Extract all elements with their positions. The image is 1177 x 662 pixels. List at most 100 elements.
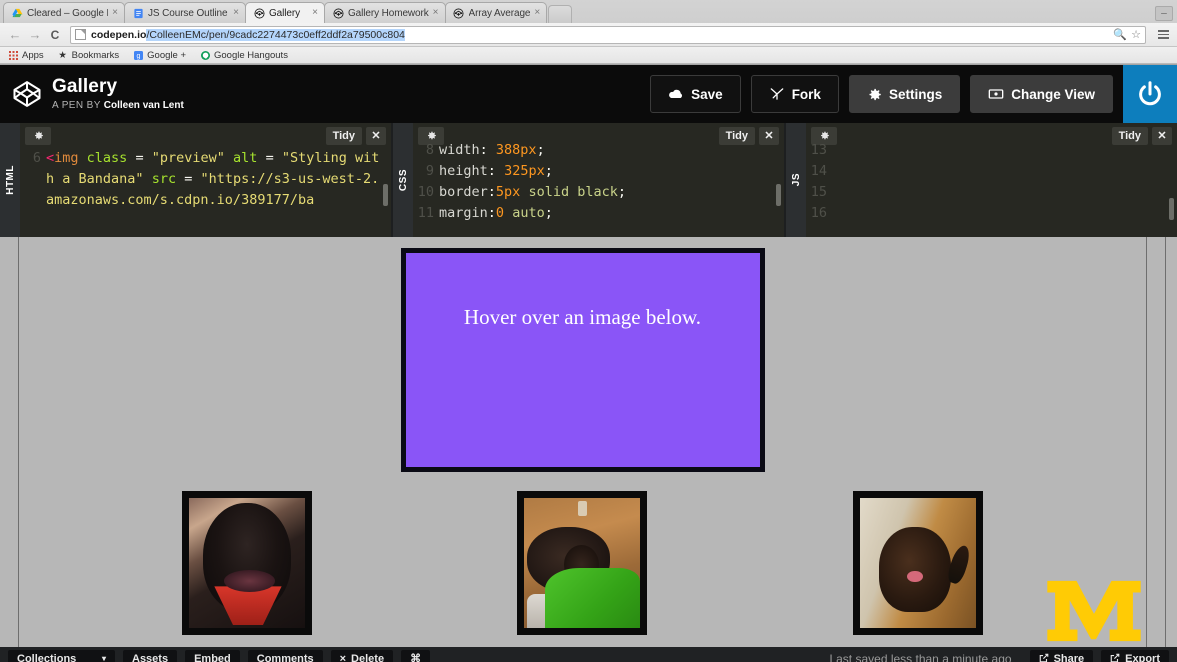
google-docs-icon bbox=[132, 7, 144, 19]
new-tab-button[interactable] bbox=[548, 5, 573, 23]
gear-icon bbox=[867, 87, 882, 102]
html-editor-actions: Tidy ✕ bbox=[325, 126, 386, 145]
editor-lang-tab-js[interactable]: JS bbox=[786, 123, 806, 237]
codepen-icon bbox=[453, 7, 465, 19]
keyboard-shortcuts-button[interactable]: ⌘ bbox=[401, 650, 431, 662]
share-label: Share bbox=[1053, 653, 1085, 662]
fork-button[interactable]: Fork bbox=[750, 75, 839, 113]
browser-tab-1[interactable]: JS Course Outline – Goog × bbox=[124, 2, 246, 23]
background-detail bbox=[577, 500, 588, 517]
comments-button[interactable]: Comments bbox=[247, 650, 323, 662]
settings-button[interactable]: Settings bbox=[848, 75, 961, 113]
browser-tab-label: Gallery Homework bbox=[348, 7, 429, 19]
hangouts-icon bbox=[200, 50, 210, 60]
embed-button[interactable]: Embed bbox=[185, 650, 240, 662]
close-icon[interactable]: ✕ bbox=[366, 126, 386, 145]
page-info-icon[interactable] bbox=[75, 29, 86, 40]
close-icon[interactable]: × bbox=[233, 8, 239, 18]
green-shirt-shape bbox=[545, 568, 641, 628]
window-controls: ─ bbox=[1155, 6, 1177, 23]
gear-icon[interactable] bbox=[25, 126, 51, 145]
url-path: /ColleenEMc/pen/9cadc2274473c0eff2ddf2a7… bbox=[146, 28, 405, 41]
css-editor-scrollbar[interactable] bbox=[776, 184, 781, 206]
close-icon[interactable]: × bbox=[433, 8, 439, 18]
bookmark-label: Bookmarks bbox=[71, 49, 120, 61]
change-view-label: Change View bbox=[1011, 86, 1095, 102]
browser-tab-label: Array Average bbox=[468, 7, 531, 19]
preview-hero-box: Hover over an image below. bbox=[400, 248, 765, 472]
google-plus-icon: g bbox=[133, 50, 143, 60]
browser-chrome: Cleared – Google Drive × JS Course Outli… bbox=[0, 0, 1177, 65]
html-code-area[interactable]: 6 <img class = "preview" alt = "Styling … bbox=[20, 148, 391, 237]
browser-tab-0[interactable]: Cleared – Google Drive × bbox=[3, 2, 125, 23]
codepen-header: Gallery A PEN BY Colleen van Lent Save F… bbox=[0, 65, 1177, 123]
star-icon: ★ bbox=[58, 49, 67, 61]
collections-dropdown[interactable]: Collections ▾ bbox=[8, 650, 115, 662]
fork-label: Fork bbox=[791, 86, 821, 102]
codepen-icon bbox=[253, 7, 265, 19]
bookmark-google-hangouts[interactable]: Google Hangouts bbox=[200, 50, 288, 61]
view-icon bbox=[988, 88, 1004, 100]
editor-panels: HTML Tidy ✕ 6 <img class = "preview" alt… bbox=[0, 123, 1177, 237]
preview-scrollbar[interactable] bbox=[1165, 237, 1166, 647]
codepen-logo-icon[interactable] bbox=[12, 79, 42, 109]
preview-pane: Hover over an image below. bbox=[0, 237, 1177, 647]
html-editor-toolbar: Tidy ✕ bbox=[20, 123, 391, 148]
css-editor[interactable]: Tidy ✕ 8 9 10 11 width: 388px; height: 3… bbox=[413, 123, 786, 237]
pen-author: Colleen van Lent bbox=[103, 99, 184, 111]
html-editor[interactable]: Tidy ✕ 6 <img class = "preview" alt = "S… bbox=[20, 123, 393, 237]
js-editor-scrollbar[interactable] bbox=[1169, 198, 1174, 220]
reload-icon[interactable]: C bbox=[46, 26, 64, 44]
editor-lang-label: JS bbox=[790, 173, 802, 187]
close-icon[interactable]: × bbox=[312, 8, 318, 18]
tongue-shape bbox=[906, 570, 923, 583]
browser-tab-label: Cleared – Google Drive bbox=[27, 7, 108, 19]
bookmark-google-plus[interactable]: g Google + bbox=[133, 50, 186, 61]
child-hugging-dog-thumbnail[interactable] bbox=[517, 491, 648, 635]
editor-lang-label: CSS bbox=[397, 168, 409, 192]
bookmark-bookmarks[interactable]: ★ Bookmarks bbox=[58, 49, 120, 61]
export-button[interactable]: Export bbox=[1101, 649, 1169, 662]
preview-hero-text: Hover over an image below. bbox=[463, 305, 702, 329]
forward-icon[interactable]: → bbox=[26, 26, 44, 44]
html-editor-scrollbar[interactable] bbox=[383, 184, 388, 206]
bookmark-label: Apps bbox=[22, 49, 44, 61]
power-icon[interactable] bbox=[1123, 65, 1177, 123]
google-drive-icon bbox=[11, 7, 23, 19]
browser-tabstrip: Cleared – Google Drive × JS Course Outli… bbox=[0, 0, 1177, 23]
browser-toolbar: ← → C codepen.io /ColleenEMc/pen/9cadc22… bbox=[0, 23, 1177, 47]
black-dog-red-bandana-thumbnail[interactable] bbox=[181, 491, 312, 635]
tidy-button[interactable]: Tidy bbox=[325, 126, 362, 145]
bookmark-apps[interactable]: Apps bbox=[8, 50, 44, 61]
star-icon[interactable]: ☆ bbox=[1131, 28, 1141, 41]
browser-tab-3[interactable]: Gallery Homework × bbox=[324, 2, 446, 23]
zoom-icon[interactable]: 🔍 bbox=[1113, 28, 1127, 41]
browser-tab-4[interactable]: Array Average × bbox=[444, 2, 548, 23]
collections-label: Collections bbox=[17, 653, 77, 662]
address-bar[interactable]: codepen.io /ColleenEMc/pen/9cadc2274473c… bbox=[70, 25, 1146, 44]
close-icon[interactable]: × bbox=[534, 8, 540, 18]
close-icon[interactable]: × bbox=[112, 8, 118, 18]
css-code-area[interactable]: 8 9 10 11 width: 388px; height: 325px; b… bbox=[413, 140, 784, 237]
assets-button[interactable]: Assets bbox=[123, 650, 178, 662]
js-code-area[interactable]: 13 14 15 16 bbox=[806, 140, 1177, 237]
export-label: Export bbox=[1125, 653, 1160, 662]
fork-icon bbox=[769, 87, 785, 101]
browser-tab-label: Gallery bbox=[269, 7, 300, 19]
browser-menu-button[interactable] bbox=[1155, 30, 1171, 39]
js-editor[interactable]: Tidy ✕ 13 14 15 16 bbox=[806, 123, 1177, 237]
editor-lang-tab-css[interactable]: CSS bbox=[393, 123, 413, 237]
browser-tab-2[interactable]: Gallery × bbox=[245, 2, 325, 23]
preview-thumbnail-row bbox=[19, 491, 1146, 635]
html-code-content: <img class = "preview" alt = "Styling wi… bbox=[46, 150, 380, 208]
share-icon bbox=[1039, 653, 1049, 662]
window-minimize-button[interactable]: ─ bbox=[1155, 6, 1173, 21]
save-button[interactable]: Save bbox=[650, 75, 741, 113]
brown-puppy-thumbnail[interactable] bbox=[853, 491, 984, 635]
editor-lang-tab-html[interactable]: HTML bbox=[0, 123, 20, 237]
delete-button[interactable]: × Delete bbox=[330, 650, 394, 662]
share-button[interactable]: Share bbox=[1029, 649, 1094, 662]
editor-lang-label: HTML bbox=[4, 165, 16, 195]
back-icon[interactable]: ← bbox=[6, 26, 24, 44]
change-view-button[interactable]: Change View bbox=[970, 75, 1113, 113]
